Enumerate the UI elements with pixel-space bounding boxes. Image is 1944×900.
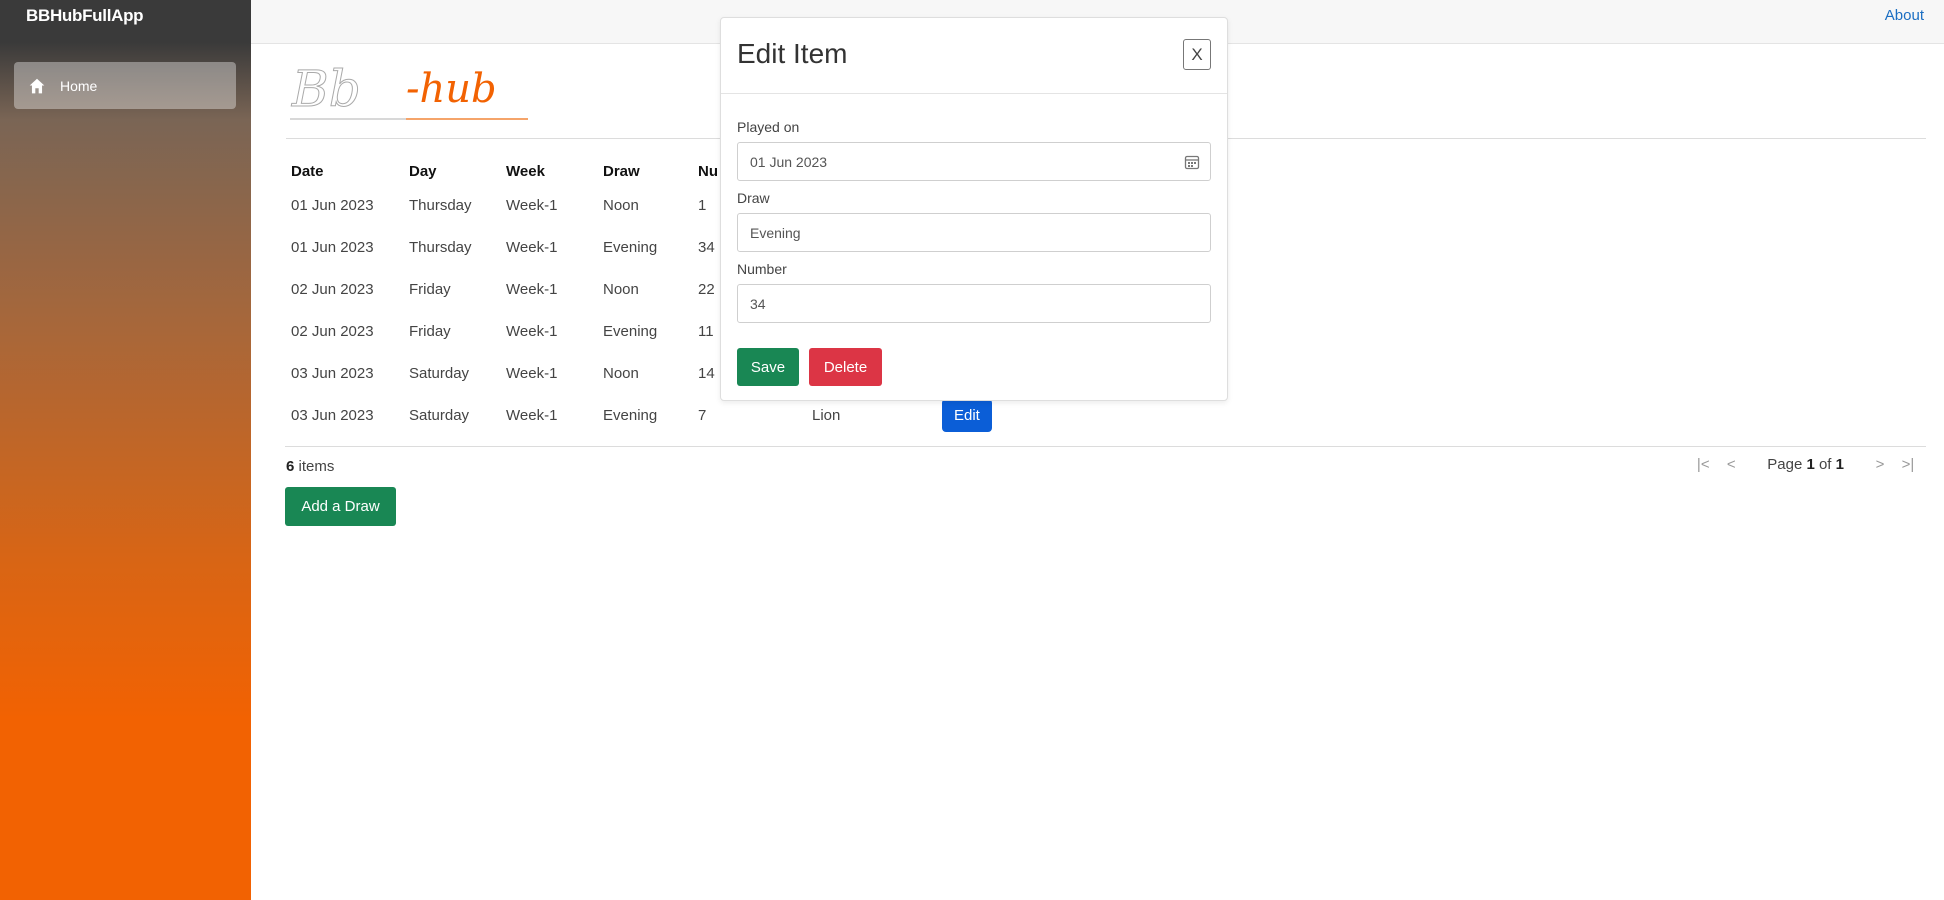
close-button[interactable]: X <box>1183 39 1211 70</box>
cell-draw: Evening <box>603 238 658 256</box>
calendar-icon[interactable] <box>1184 154 1200 170</box>
edit-item-dialog: Edit Item X Played on 01 Jun 2023 Draw E… <box>720 17 1228 401</box>
add-draw-button[interactable]: Add a Draw <box>285 487 396 526</box>
column-header-day[interactable]: Day <box>403 158 500 184</box>
dialog-header: Edit Item X <box>721 18 1227 94</box>
pager: |< < Page 1 of 1 > >| <box>1689 456 1922 473</box>
column-header-draw[interactable]: Draw <box>597 158 692 184</box>
cell-day: Saturday <box>409 364 470 382</box>
cell-date: 01 Jun 2023 <box>291 196 374 214</box>
cell-date: 01 Jun 2023 <box>291 238 374 256</box>
column-header-date[interactable]: Date <box>285 158 403 184</box>
delete-button[interactable]: Delete <box>809 348 882 386</box>
cell-week: Week-1 <box>506 406 558 424</box>
dialog-title: Edit Item <box>737 38 848 69</box>
edit-button[interactable]: Edit <box>942 398 992 432</box>
cell-draw: Noon <box>603 364 639 382</box>
draw-field[interactable]: Evening <box>737 213 1211 252</box>
page-current: 1 <box>1806 456 1815 473</box>
cell-date: 02 Jun 2023 <box>291 322 374 340</box>
cell-day: Thursday <box>409 196 472 214</box>
first-page-button[interactable]: |< <box>1689 456 1717 473</box>
sidebar-item-home[interactable]: Home <box>14 62 236 109</box>
cell-week: Week-1 <box>506 364 558 382</box>
played-on-value: 01 Jun 2023 <box>750 153 828 170</box>
cell-week: Week-1 <box>506 322 558 340</box>
page-total: 1 <box>1835 456 1844 473</box>
number-value: 34 <box>750 295 766 312</box>
cell-date: 03 Jun 2023 <box>291 364 374 382</box>
cell-day: Thursday <box>409 238 472 256</box>
cell-date: 02 Jun 2023 <box>291 280 374 298</box>
svg-text:Bb: Bb <box>291 64 361 118</box>
cell-draw: Evening <box>603 322 658 340</box>
page-info: Page 1 of 1 <box>1767 456 1844 473</box>
items-count-label: items <box>294 458 335 475</box>
cell-week: Week-1 <box>506 196 558 214</box>
last-page-button[interactable]: >| <box>1894 456 1922 473</box>
cell-draw: Noon <box>603 280 639 298</box>
draw-label: Draw <box>737 190 770 206</box>
table-divider <box>285 446 1926 447</box>
cell-day: Saturday <box>409 406 470 424</box>
number-field[interactable]: 34 <box>737 284 1211 323</box>
bb-hub-logo: Bb -hub <box>290 64 528 120</box>
svg-text:-hub: -hub <box>406 66 497 112</box>
played-on-label: Played on <box>737 119 800 135</box>
app-title[interactable]: BBHubFullApp <box>26 6 144 26</box>
save-button[interactable]: Save <box>737 348 799 386</box>
column-header-week[interactable]: Week <box>500 158 597 184</box>
sidebar-item-label: Home <box>60 77 98 94</box>
prev-page-button[interactable]: < <box>1717 456 1745 473</box>
about-link[interactable]: About <box>1885 7 1924 24</box>
played-on-date-field[interactable]: 01 Jun 2023 <box>737 142 1211 181</box>
cell-day: Friday <box>409 322 451 340</box>
cell-date: 03 Jun 2023 <box>291 406 374 424</box>
next-page-button[interactable]: > <box>1866 456 1894 473</box>
items-count: 6 items <box>286 458 334 475</box>
cell-week: Week-1 <box>506 280 558 298</box>
cell-draw: Noon <box>603 196 639 214</box>
home-icon <box>29 78 45 93</box>
page-info-of: of <box>1814 456 1836 473</box>
cell-day: Friday <box>409 280 451 298</box>
cell-draw: Evening <box>603 406 658 424</box>
cell-week: Week-1 <box>506 238 558 256</box>
sidebar: BBHubFullApp Home <box>0 0 251 900</box>
number-label: Number <box>737 261 787 277</box>
page-info-prefix: Page <box>1767 456 1807 473</box>
draw-value: Evening <box>750 224 801 241</box>
